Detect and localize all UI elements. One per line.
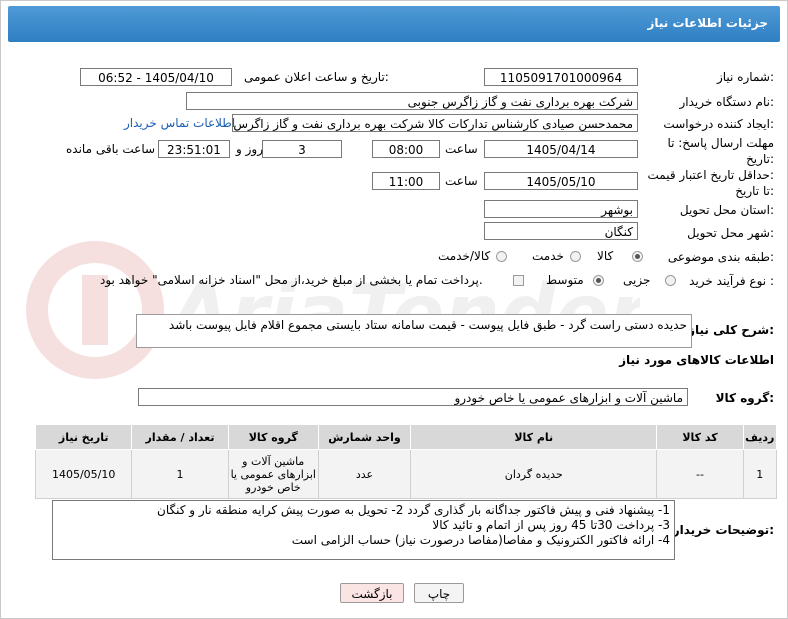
buyer-org-field: شرکت بهره برداری نفت و گاز زاگرس جنوبی bbox=[186, 92, 638, 110]
cell-row: 1 bbox=[742, 449, 778, 499]
city-field: کنگان bbox=[484, 222, 638, 240]
deadline-label-line2: تاریخ: bbox=[746, 152, 774, 166]
process-medium-radio[interactable] bbox=[593, 275, 604, 286]
category-goods-label: کالا bbox=[597, 249, 614, 263]
buyer-notes-textarea[interactable]: 1- پیشنهاد فنی و پیش فاکتور جداگانه بار … bbox=[52, 500, 675, 560]
process-medium-label: متوسط bbox=[546, 273, 584, 287]
buyer-notes-label: توضیحات خریدار: bbox=[672, 523, 774, 537]
city-label: شهر محل تحویل: bbox=[687, 226, 774, 240]
buyer-notes-line-1: 1- پیشنهاد فنی و پیش فاکتور جداگانه بار … bbox=[157, 503, 670, 517]
goods-group-label: گروه کالا: bbox=[715, 391, 774, 405]
items-table: ردیف کد کالا نام کالا واحد شمارش گروه کا… bbox=[34, 424, 778, 499]
table-header-row: ردیف کد کالا نام کالا واحد شمارش گروه کا… bbox=[34, 424, 778, 450]
deadline-time-word: ساعت bbox=[445, 142, 478, 156]
validity-label-line1: حداقل تاریخ اعتبار قیمت: bbox=[647, 168, 774, 182]
validity-label-line2: تا تاریخ: bbox=[735, 184, 774, 198]
validity-time-word: ساعت bbox=[445, 174, 478, 188]
col-unit: واحد شمارش bbox=[317, 424, 412, 450]
deadline-label-line1: مهلت ارسال پاسخ: تا bbox=[667, 136, 774, 150]
days-field: 3 bbox=[262, 140, 342, 158]
category-service-label: خدمت bbox=[532, 249, 564, 263]
process-label: نوع فرآیند خرید : bbox=[689, 274, 774, 288]
validity-time-field: 11:00 bbox=[372, 172, 440, 190]
cell-qty: 1 bbox=[131, 449, 229, 499]
validity-date-field: 1405/05/10 bbox=[484, 172, 638, 190]
announce-label: تاریخ و ساعت اعلان عمومی: bbox=[244, 70, 389, 84]
buyer-org-label: نام دستگاه خریدار: bbox=[679, 95, 775, 109]
need-number-field: 1105091701000964 bbox=[484, 68, 638, 86]
summary-label: شرح کلی نیاز: bbox=[688, 323, 774, 337]
payment-note: پرداخت تمام یا بخشی از مبلغ خرید،از محل … bbox=[100, 273, 483, 287]
province-field: بوشهر bbox=[484, 200, 638, 218]
page-header: جزئیات اطلاعات نیاز bbox=[8, 6, 780, 42]
province-label: استان محل تحویل: bbox=[679, 203, 774, 217]
col-name: نام کالا bbox=[410, 424, 658, 450]
goods-section-title: اطلاعات کالاهای مورد نیاز bbox=[619, 353, 774, 367]
back-button[interactable]: بازگشت bbox=[340, 583, 404, 603]
col-row: ردیف bbox=[742, 424, 778, 450]
category-service-radio[interactable] bbox=[570, 251, 581, 262]
process-partial-label: جزیی bbox=[623, 273, 651, 287]
process-partial-radio[interactable] bbox=[665, 275, 676, 286]
buyer-notes-line-3: 4- ارائه فاکتور الکترونیک و مفاصا(مفاصا … bbox=[291, 533, 670, 547]
payment-checkbox[interactable] bbox=[513, 275, 524, 286]
remaining-word: ساعت باقی مانده bbox=[66, 142, 156, 156]
summary-textarea[interactable]: حدیده دستی راست گرد - طبق فایل پیوست - ق… bbox=[136, 314, 692, 348]
page-title: جزئیات اطلاعات نیاز bbox=[647, 16, 768, 30]
cell-date: 1405/05/10 bbox=[34, 449, 133, 499]
deadline-date-field: 1405/04/14 bbox=[484, 140, 638, 158]
remaining-time-field: 23:51:01 bbox=[158, 140, 230, 158]
cell-group: ماشین آلات و ابزارهای عمومی یا خاص خودرو bbox=[227, 449, 319, 499]
category-label: طبقه بندی موضوعی: bbox=[667, 250, 774, 264]
buyer-notes-line-2: 3- پرداخت 30تا 45 روز پس از اتمام و تائی… bbox=[432, 518, 670, 532]
cell-name: حدیده گردان bbox=[410, 449, 658, 499]
days-word: روز و bbox=[236, 142, 263, 156]
need-number-label: شماره نیاز: bbox=[716, 70, 774, 84]
cell-unit: عدد bbox=[317, 449, 412, 499]
contact-info-link[interactable]: اطلاعات تماس خریدار bbox=[124, 116, 235, 130]
col-date: تاریخ نیاز bbox=[34, 424, 133, 450]
requester-label: ایجاد کننده درخواست: bbox=[663, 117, 774, 131]
cell-code: -- bbox=[656, 449, 744, 499]
goods-group-field: ماشین آلات و ابزارهای عمومی یا خاص خودرو bbox=[138, 388, 688, 406]
category-goods-radio[interactable] bbox=[632, 251, 643, 262]
requester-field: محمدحسن صیادی کارشناس تدارکات کالا شرکت … bbox=[232, 114, 638, 132]
deadline-time-field: 08:00 bbox=[372, 140, 440, 158]
print-button[interactable]: چاپ bbox=[414, 583, 464, 603]
category-goods-service-radio[interactable] bbox=[496, 251, 507, 262]
announce-field: 1405/04/10 - 06:52 bbox=[80, 68, 232, 86]
table-row: 1 -- حدیده گردان عدد ماشین آلات و ابزاره… bbox=[34, 449, 778, 499]
col-qty: تعداد / مقدار bbox=[131, 424, 229, 450]
col-code: کد کالا bbox=[656, 424, 744, 450]
col-group: گروه کالا bbox=[227, 424, 319, 450]
category-goods-service-label: کالا/خدمت bbox=[438, 249, 491, 263]
